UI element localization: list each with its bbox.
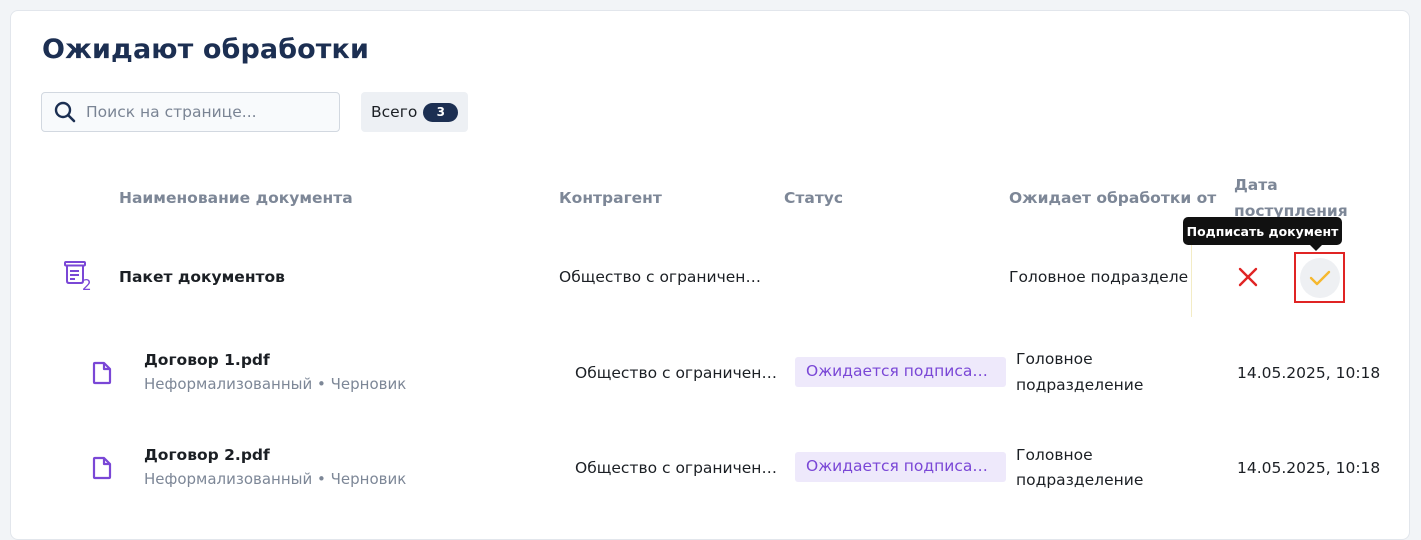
total-filter[interactable]: Всего 3 <box>361 92 468 132</box>
document-awaiting-line2: подразделение <box>1016 376 1144 394</box>
sign-tooltip: Подписать документ <box>1183 217 1342 251</box>
sign-button-bg <box>1299 257 1340 298</box>
column-divider <box>1191 240 1192 317</box>
sign-button[interactable] <box>1294 252 1345 303</box>
document-meta: Неформализованный • Черновик <box>144 470 407 488</box>
document-awaiting-line1: Головное <box>1016 446 1093 464</box>
document-counterparty: Общество с ограничен… <box>575 364 777 382</box>
total-count-badge: 3 <box>423 102 459 122</box>
document-icon <box>92 456 112 480</box>
search-icon <box>54 101 76 123</box>
package-count: 2 <box>82 276 92 294</box>
reject-button[interactable] <box>1233 262 1263 292</box>
total-label: Всего <box>371 103 418 121</box>
document-awaiting-line2: подразделение <box>1016 471 1144 489</box>
status-badge: Ожидается подписа… <box>795 357 1006 387</box>
package-name[interactable]: Пакет документов <box>119 268 285 286</box>
document-counterparty: Общество с ограничен… <box>575 459 777 477</box>
column-header-date-line1[interactable]: Дата <box>1234 176 1278 194</box>
package-counterparty: Общество с ограничен… <box>559 268 761 286</box>
column-header-counterparty[interactable]: Контрагент <box>559 189 662 207</box>
package-awaiting-from: Головное подразделе <box>1009 268 1189 286</box>
column-header-awaiting-from[interactable]: Ожидает обработки от <box>1009 189 1216 207</box>
document-meta: Неформализованный • Черновик <box>144 375 407 393</box>
column-header-name[interactable]: Наименование документа <box>119 189 353 207</box>
check-icon <box>1309 270 1330 285</box>
search-input[interactable] <box>84 102 318 122</box>
document-awaiting-line1: Головное <box>1016 350 1093 368</box>
column-header-status[interactable]: Статус <box>784 189 843 207</box>
document-name[interactable]: Договор 1.pdf <box>144 351 270 369</box>
document-name[interactable]: Договор 2.pdf <box>144 446 270 464</box>
document-date: 14.05.2025, 10:18 <box>1237 459 1381 477</box>
document-icon <box>92 361 112 385</box>
status-badge: Ожидается подписа… <box>795 452 1006 482</box>
close-icon <box>1238 267 1258 287</box>
page-title: Ожидают обработки <box>42 34 370 65</box>
document-date: 14.05.2025, 10:18 <box>1237 364 1381 382</box>
search-field[interactable] <box>41 92 340 132</box>
